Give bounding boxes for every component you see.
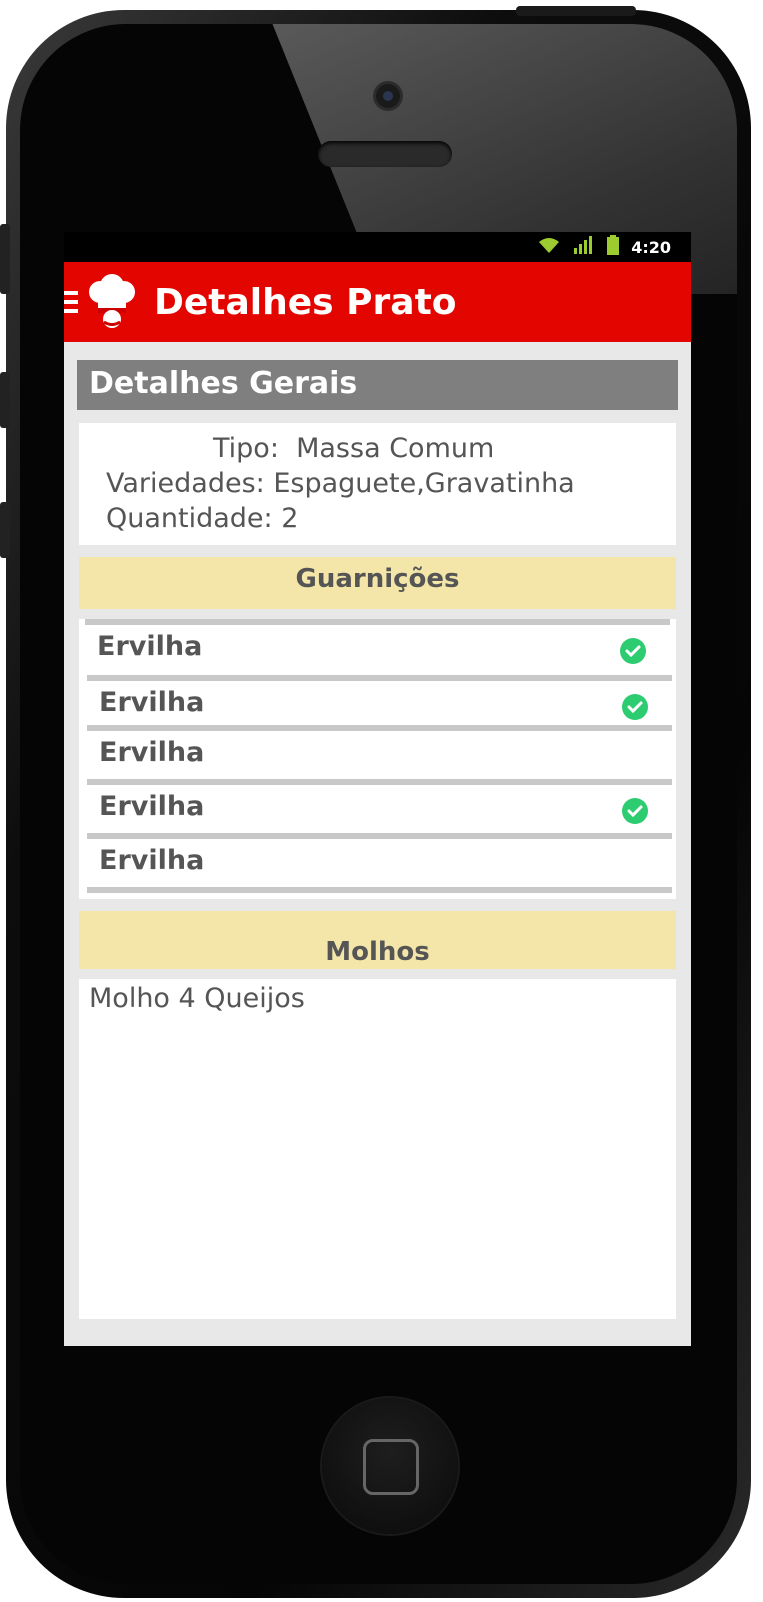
list-item[interactable]: Ervilha <box>87 779 672 829</box>
status-bar: 4:20 <box>64 232 691 262</box>
general-details-card: Tipo: Massa Comum Variedades: Espaguete,… <box>79 423 676 545</box>
sauce-value: Molho 4 Queijos <box>89 983 305 1014</box>
variedades-label: Variedades: <box>106 468 265 499</box>
list-item[interactable]: Ervilha <box>87 833 672 883</box>
app-title: Detalhes Prato <box>154 281 457 323</box>
variedades-line: Variedades: Espaguete,Gravatinha <box>106 468 575 499</box>
garnish-label: Ervilha <box>99 845 205 876</box>
garnishes-list: Ervilha Ervilha Ervilha Ervilha Ervilha <box>79 619 676 899</box>
app-screen: 4:20 Detalhes Prato Detalhes Gerais Tipo… <box>64 232 691 1346</box>
check-circle-icon <box>622 798 648 824</box>
menu-icon[interactable] <box>64 291 78 313</box>
volume-down-button <box>0 502 10 558</box>
front-camera <box>376 84 400 108</box>
chef-hat-icon <box>89 274 135 328</box>
garnish-label: Ervilha <box>97 631 203 662</box>
volume-up-button <box>0 372 10 428</box>
list-item[interactable]: Ervilha <box>87 675 672 725</box>
sauces-header: Molhos <box>79 911 676 969</box>
check-circle-icon <box>622 694 648 720</box>
tipo-value: Massa Comum <box>296 433 495 464</box>
earpiece-speaker <box>318 141 452 167</box>
quantidade-value: 2 <box>281 503 299 534</box>
tipo-label: Tipo: <box>213 433 279 464</box>
signal-icon <box>573 236 595 258</box>
quantidade-line: Quantidade: 2 <box>106 503 298 534</box>
status-time: 4:20 <box>631 237 671 257</box>
sauces-card: Molho 4 Queijos <box>79 979 676 1319</box>
list-divider <box>87 887 672 893</box>
battery-icon <box>607 235 620 259</box>
list-item[interactable]: Ervilha <box>87 725 672 775</box>
tipo-line: Tipo: Massa Comum <box>213 433 494 464</box>
garnish-label: Ervilha <box>99 737 205 768</box>
check-circle-icon <box>620 638 646 664</box>
mute-switch <box>0 224 10 294</box>
garnish-label: Ervilha <box>99 791 205 822</box>
quantidade-label: Quantidade: <box>106 503 273 534</box>
home-button[interactable] <box>322 1398 458 1534</box>
app-bar: Detalhes Prato <box>64 262 691 342</box>
variedades-value: Espaguete,Gravatinha <box>273 468 575 499</box>
home-square-icon <box>363 1439 419 1495</box>
wifi-icon <box>537 236 561 258</box>
garnish-label: Ervilha <box>99 687 205 718</box>
garnishes-header: Guarnições <box>79 557 676 609</box>
power-button <box>516 6 636 16</box>
general-details-header: Detalhes Gerais <box>77 360 678 410</box>
list-item[interactable]: Ervilha <box>85 619 670 669</box>
